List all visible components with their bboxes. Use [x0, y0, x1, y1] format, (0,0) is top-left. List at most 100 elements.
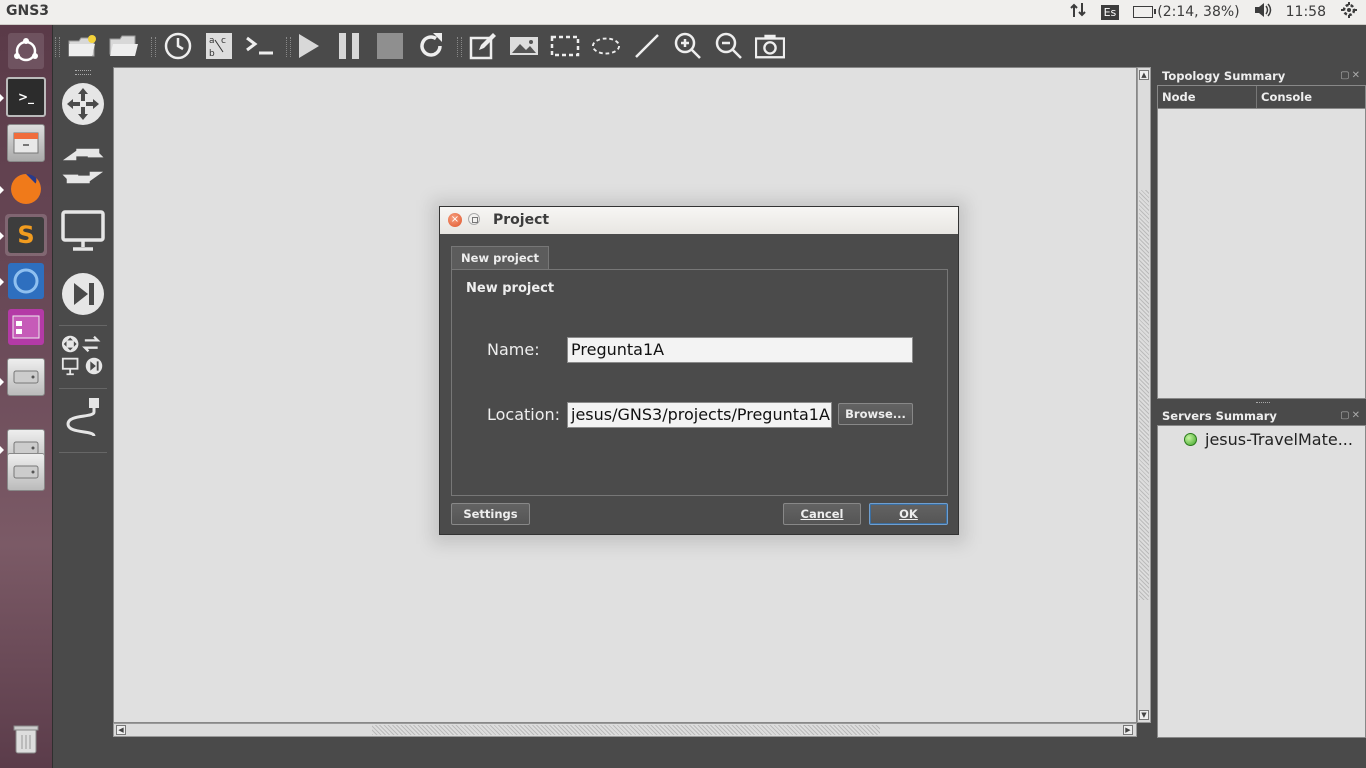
- svg-text:c: c: [221, 36, 226, 46]
- cancel-label: Cancel: [800, 507, 844, 521]
- play-icon: [299, 34, 319, 58]
- toolbar-separator: [286, 37, 291, 57]
- gns3-icon: [8, 263, 44, 299]
- canvas-horizontal-scrollbar[interactable]: ◀ ▶: [113, 723, 1137, 737]
- launcher-files[interactable]: [5, 122, 47, 164]
- scroll-right-arrow[interactable]: ▶: [1123, 725, 1133, 735]
- scroll-down-arrow[interactable]: ▼: [1139, 710, 1149, 720]
- ok-button[interactable]: OK: [869, 503, 948, 525]
- sublime-text-icon: S: [8, 217, 44, 253]
- dock-divider: [59, 388, 107, 389]
- system-tray: Es (2:14, 38%) 11:58: [1069, 0, 1358, 24]
- topology-summary-list[interactable]: Node Console: [1157, 85, 1366, 399]
- app-title: GNS3: [6, 3, 50, 19]
- volume-icon[interactable]: [1254, 2, 1272, 22]
- dock-divider: [59, 325, 107, 326]
- snapshot-button[interactable]: [163, 31, 193, 61]
- panel-float-close-icon[interactable]: ▢✕: [1340, 407, 1362, 425]
- column-console[interactable]: Console: [1257, 86, 1365, 108]
- toolbar-separator: [151, 37, 156, 57]
- suspend-all-button[interactable]: [334, 31, 364, 61]
- zoom-out-button[interactable]: [714, 31, 744, 61]
- svg-text:b: b: [209, 49, 215, 59]
- running-indicator: [0, 94, 4, 102]
- panel-float-close-icon[interactable]: ▢✕: [1340, 67, 1362, 85]
- zoom-in-button[interactable]: [673, 31, 703, 61]
- routers-button[interactable]: [61, 82, 105, 126]
- clock[interactable]: 11:58: [1286, 4, 1326, 20]
- clock-icon: [164, 32, 192, 60]
- add-note-button[interactable]: [468, 31, 498, 61]
- all-devices-button[interactable]: [61, 333, 105, 377]
- draw-rectangle-button[interactable]: [550, 31, 580, 61]
- vertical-scroll-thumb[interactable]: [1139, 190, 1149, 600]
- canvas-vertical-scrollbar[interactable]: ▲ ▼: [1137, 67, 1151, 723]
- topology-summary-header: Topology Summary ▢✕: [1157, 67, 1366, 85]
- add-link-button[interactable]: [61, 397, 105, 441]
- launcher-drive-3[interactable]: [5, 451, 47, 493]
- abc-labels-icon: a cb: [206, 33, 232, 59]
- server-item[interactable]: jesus-TravelMate...: [1158, 426, 1365, 449]
- show-interface-labels-button[interactable]: acb: [204, 31, 234, 61]
- start-all-button[interactable]: [293, 31, 323, 61]
- draw-line-button[interactable]: [632, 31, 662, 61]
- console-all-button[interactable]: [245, 31, 275, 61]
- monitor-icon: [61, 210, 105, 251]
- dock-grip[interactable]: [75, 70, 91, 75]
- end-devices-button[interactable]: [61, 209, 105, 253]
- battery-indicator[interactable]: (2:14, 38%): [1133, 4, 1240, 20]
- firefox-icon: [8, 171, 44, 207]
- ubuntu-icon: [8, 33, 44, 69]
- project-name-input[interactable]: Pregunta1A: [567, 337, 913, 363]
- security-devices-button[interactable]: [61, 272, 105, 316]
- horizontal-scroll-thumb[interactable]: [372, 725, 880, 735]
- close-icon[interactable]: ×: [448, 213, 462, 227]
- keyboard-layout-indicator[interactable]: Es: [1100, 4, 1120, 20]
- open-project-button[interactable]: [109, 31, 139, 61]
- scroll-up-arrow[interactable]: ▲: [1139, 70, 1149, 80]
- browse-button[interactable]: Browse...: [838, 403, 913, 425]
- rectangle-icon: [550, 35, 580, 57]
- stop-all-button[interactable]: [375, 31, 405, 61]
- session-gear-icon[interactable]: [1340, 1, 1358, 23]
- svg-text:a: a: [209, 36, 215, 46]
- cancel-button[interactable]: Cancel: [783, 503, 861, 525]
- dock-divider: [59, 452, 107, 453]
- running-indicator: [0, 378, 4, 386]
- settings-button[interactable]: Settings: [451, 503, 530, 525]
- project-dialog: × Project New project New project Name: …: [439, 206, 959, 535]
- insert-image-button[interactable]: [509, 31, 539, 61]
- pane-heading: New project: [466, 281, 555, 296]
- hard-drive-icon: [7, 358, 45, 396]
- running-indicator: [0, 278, 4, 286]
- column-node[interactable]: Node: [1158, 86, 1257, 108]
- launcher-trash[interactable]: [5, 718, 47, 760]
- draw-ellipse-button[interactable]: [591, 31, 621, 61]
- servers-summary-list[interactable]: jesus-TravelMate...: [1157, 425, 1366, 738]
- toolbar-separator: [457, 37, 462, 57]
- switch-arrows-icon: [62, 148, 104, 184]
- launcher-gns3[interactable]: [5, 260, 47, 302]
- battery-icon: [1133, 6, 1157, 18]
- ellipse-icon: [591, 37, 621, 55]
- all-devices-icon: [61, 335, 103, 376]
- screenshot-button[interactable]: [755, 31, 785, 61]
- launcher-terminal[interactable]: >_: [5, 76, 47, 118]
- project-location-input[interactable]: jesus/GNS3/projects/Pregunta1A: [567, 402, 832, 428]
- network-icon[interactable]: [1069, 1, 1087, 23]
- tab-new-project[interactable]: New project: [451, 246, 549, 270]
- launcher-firefox[interactable]: [5, 168, 47, 210]
- router-icon: [62, 83, 104, 125]
- launcher-drive-1[interactable]: [5, 356, 47, 398]
- reload-all-button[interactable]: [416, 31, 446, 61]
- launcher-software-center[interactable]: [5, 306, 47, 348]
- dialog-titlebar[interactable]: × Project: [440, 207, 958, 234]
- launcher-sublime-text[interactable]: S: [5, 214, 47, 256]
- dash-button[interactable]: [5, 30, 47, 72]
- maximize-icon[interactable]: [468, 213, 480, 225]
- switches-button[interactable]: [61, 144, 105, 188]
- panel-splitter[interactable]: [1256, 402, 1270, 403]
- edit-note-icon: [469, 33, 496, 60]
- new-project-button[interactable]: [68, 31, 98, 61]
- scroll-left-arrow[interactable]: ◀: [116, 725, 126, 735]
